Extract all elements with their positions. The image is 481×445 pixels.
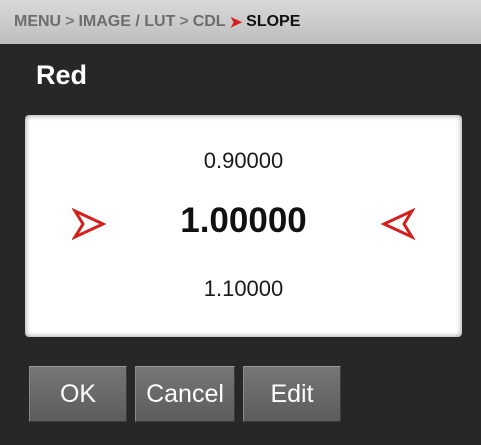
previous-value[interactable]: 0.90000 [25, 148, 462, 174]
breadcrumb-item-menu[interactable]: MENU [14, 13, 61, 31]
cancel-button[interactable]: Cancel [135, 366, 235, 422]
edit-button[interactable]: Edit [243, 366, 341, 422]
breadcrumb-item-image-lut[interactable]: IMAGE / LUT [78, 13, 175, 31]
slope-screen: MENU > IMAGE / LUT > CDL ➤ SLOPE Red 0.9… [0, 0, 481, 445]
decrement-arrow-icon[interactable] [381, 207, 415, 241]
breadcrumb: MENU > IMAGE / LUT > CDL ➤ SLOPE [0, 0, 481, 44]
next-value[interactable]: 1.10000 [25, 276, 462, 302]
breadcrumb-active-separator: ➤ [229, 14, 243, 31]
value-selector-panel: 0.90000 1.00000 1.10000 [25, 115, 462, 337]
breadcrumb-current: SLOPE [246, 13, 301, 30]
breadcrumb-separator: > [179, 13, 189, 30]
channel-title: Red [36, 60, 88, 90]
breadcrumb-item-cdl[interactable]: CDL [193, 13, 226, 31]
breadcrumb-separator: > [65, 13, 75, 30]
increment-arrow-icon[interactable] [72, 207, 106, 241]
ok-button[interactable]: OK [29, 366, 127, 422]
